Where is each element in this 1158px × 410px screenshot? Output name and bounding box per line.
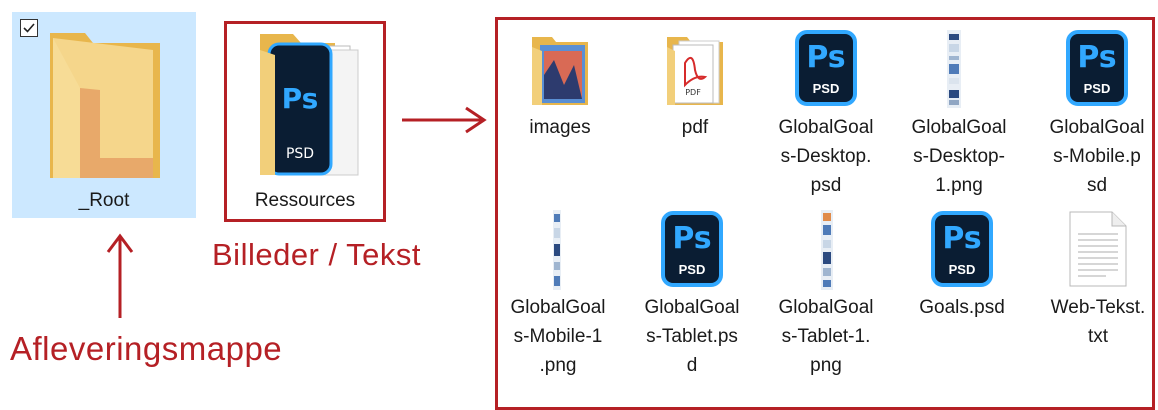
file-label: pdf [681,117,709,138]
file-label: GlobalGoal s-Tablet-1. png [778,297,874,376]
file-label: GlobalGoal s-Desktop- 1.png [911,117,1007,196]
file-label: Goals.psd [919,297,1005,318]
billeder-annotation: Billeder / Tekst [212,237,422,272]
aflevering-annotation: Afleveringsmappe [10,330,283,367]
photoshop-file-icon: Ps PSD [931,211,993,287]
file-label: GlobalGoal s-Mobile.p sd [1049,117,1145,196]
file-label: GlobalGoal s-Tablet.ps d [644,297,740,376]
up-arrow-icon [106,233,134,318]
png-thumbnail-icon [553,210,561,290]
svg-text:PDF: PDF [685,88,701,97]
right-arrow-icon [402,106,487,134]
root-folder-label: _Root [78,190,130,211]
photoshop-folder-icon: Ps PSD [260,34,359,176]
file-label: images [529,117,591,138]
file-label: GlobalGoal s-Desktop. psd [778,117,874,196]
svg-text:Ps: Ps [282,82,319,115]
file-label: GlobalGoal s-Mobile-1 .png [510,297,606,376]
folder-icon [50,33,160,178]
pdf-folder-icon: PDF [667,37,723,105]
photoshop-file-icon: Ps PSD [661,211,723,287]
png-thumbnail-icon [821,210,833,290]
photoshop-file-icon: Ps PSD [1066,30,1128,106]
selection-checkbox[interactable] [20,19,38,37]
ressources-folder-label: Ressources [254,190,356,211]
text-file-icon [1069,211,1127,287]
photoshop-file-icon: Ps PSD [795,30,857,106]
file-label: Web-Tekst. txt [1050,297,1146,347]
svg-text:PSD: PSD [286,146,314,162]
png-thumbnail-icon [947,30,961,108]
image-folder-icon [532,37,588,105]
